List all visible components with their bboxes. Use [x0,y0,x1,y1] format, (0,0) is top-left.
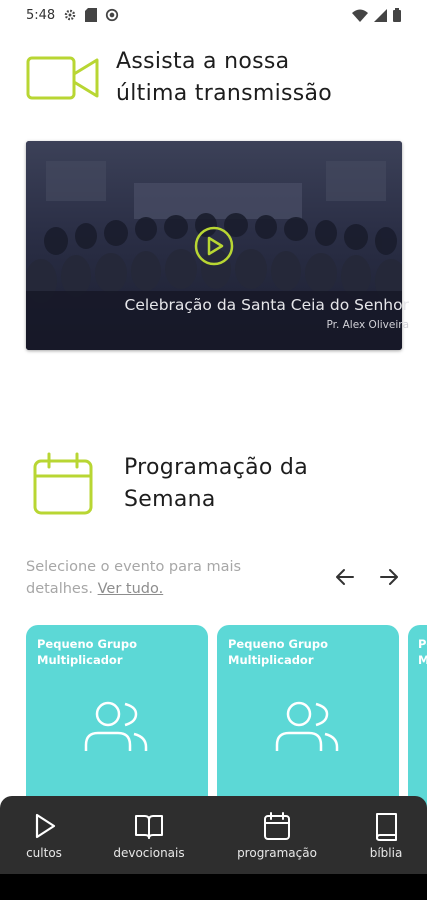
open-book-icon [135,815,163,839]
schedule-hint: Selecione o evento para mais detalhes. V… [26,556,286,600]
play-icon[interactable] [194,226,234,266]
event-card[interactable]: Pequeno Grupo Multiplicador [26,625,208,815]
system-nav-bar [0,874,427,900]
calendar-icon [33,452,93,515]
schedule-title-line1: Programação da [124,455,308,480]
video-title: Celebração da Santa Ceia do Senhor [124,296,410,314]
play-outline-icon [35,813,56,839]
status-left: 5:48 [26,8,119,23]
nav-label: devocionais [113,846,185,860]
broadcast-title: Assista a nossa última transmissão [116,46,332,110]
sd-card-icon [85,8,98,22]
nav-item-programacao[interactable]: programação [228,796,326,874]
bible-icon [376,813,397,841]
arrow-left-icon[interactable] [333,565,357,589]
broadcast-header: Assista a nossa última transmissão [26,46,332,110]
schedule-header: Programação da Semana [26,452,308,516]
event-card[interactable]: Pequeno Grupo Multiplicador [217,625,399,815]
nav-label: cultos [26,846,62,860]
users-icon [275,701,339,751]
arrow-right-icon[interactable] [377,565,401,589]
event-card[interactable]: Pequeno Grupo Multiplicador [408,625,427,815]
schedule-title: Programação da Semana [124,452,308,516]
calendar-icon [264,812,290,840]
battery-icon [393,8,401,22]
users-icon [84,701,148,751]
event-label: Pequeno Grupo Multiplicador [37,637,137,667]
sync-icon [106,8,119,22]
broadcast-title-line1: Assista a nossa [116,49,290,74]
nav-label: programação [237,846,317,860]
nav-item-cultos[interactable]: cultos [14,796,74,874]
nav-item-devocionais[interactable]: devocionais [108,796,190,874]
video-speaker: Pr. Alex Oliveira [326,319,409,331]
schedule-title-line2: Semana [124,487,216,512]
bottom-nav: cultos devocionais programação bíblia [0,796,427,874]
video-camera-icon [26,56,99,100]
event-label: Pequeno Grupo Multiplicador [418,637,427,667]
nav-item-biblia[interactable]: bíblia [360,796,412,874]
broadcast-title-line2: última transmissão [116,81,333,106]
wifi-icon [352,9,368,22]
event-label: Pequeno Grupo Multiplicador [228,637,328,667]
status-time: 5:48 [26,7,56,23]
nav-label: bíblia [369,846,403,860]
see-all-link[interactable]: Ver tudo. [98,581,164,597]
gear-icon [64,9,76,21]
status-bar: 5:48 [0,0,427,30]
signal-icon [374,8,387,22]
status-right [352,8,401,22]
